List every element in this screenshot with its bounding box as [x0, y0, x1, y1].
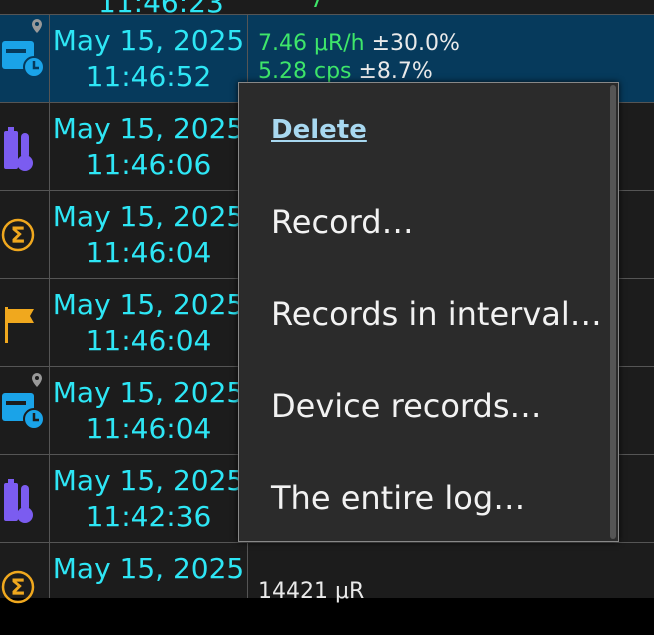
menu-item-record[interactable]: Record… — [271, 203, 414, 241]
menu-scrollbar[interactable] — [610, 85, 616, 539]
location-pin-icon — [32, 19, 42, 33]
dose-value: 14421 μR — [258, 579, 365, 604]
row-date: May 15, 2025 — [52, 200, 245, 233]
row-date: May 15, 2025 — [52, 112, 245, 145]
sigma-icon: Σ — [1, 570, 35, 604]
row-date: May 15, 2025 — [52, 464, 245, 497]
flag-icon — [5, 307, 34, 343]
row-time: 11:46:23 — [98, 0, 224, 14]
sigma-icon: Σ — [1, 218, 35, 252]
log-row-partial[interactable]: 11:46:23 7 — [0, 0, 654, 14]
context-menu: Delete Record… Records in interval… Devi… — [238, 82, 619, 542]
row-time: 11:46:04 — [85, 324, 212, 357]
menu-item-device-records[interactable]: Device records… — [271, 387, 542, 425]
battery-temperature-icon — [4, 479, 33, 523]
row-date: May 15, 2025 — [52, 288, 245, 321]
row-time: 11:46:04 — [85, 236, 212, 269]
location-pin-icon — [32, 373, 42, 387]
battery-temperature-icon — [4, 127, 33, 171]
svg-text:Σ: Σ — [10, 576, 25, 601]
row-date: May 15, 2025 — [52, 24, 245, 57]
row-time: 11:46:04 — [85, 412, 212, 445]
count-rate-value: 5.28 cps ±8.7% — [258, 59, 433, 84]
row-time: 11:42:36 — [85, 500, 212, 533]
row-date: May 15, 2025 — [52, 552, 245, 585]
row-value: 7 — [310, 0, 324, 13]
svg-text:Σ: Σ — [10, 224, 25, 249]
dose-rate-value: 7.46 μR/h ±30.0% — [258, 31, 460, 56]
menu-item-entire-log[interactable]: The entire log… — [271, 479, 525, 517]
row-time: 11:46:06 — [85, 148, 212, 181]
log-row[interactable]: Σ May 15, 2025 14421 μR — [0, 542, 654, 604]
menu-item-records-in-interval[interactable]: Records in interval… — [271, 295, 602, 333]
row-date: May 15, 2025 — [52, 376, 245, 409]
row-time: 11:46:52 — [85, 60, 212, 93]
delete-menu-header: Delete — [271, 115, 367, 145]
